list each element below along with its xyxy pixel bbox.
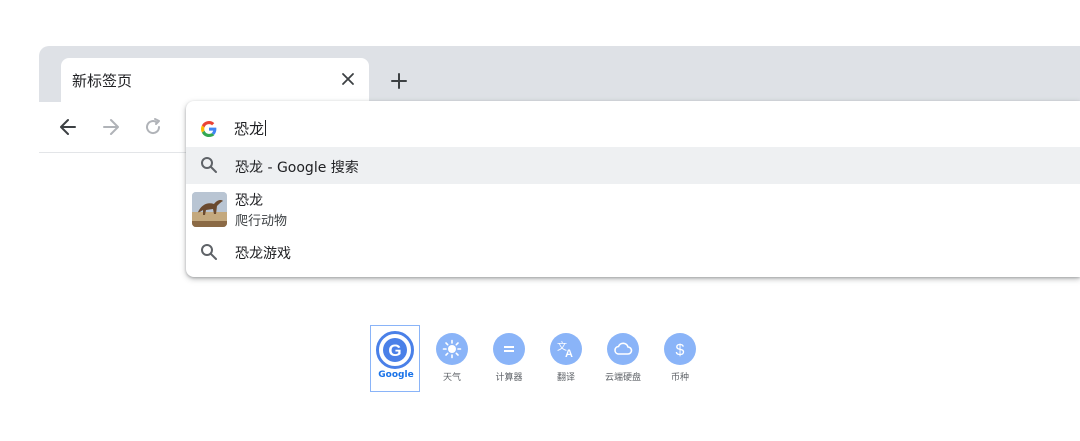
google-icon: G: [376, 331, 414, 369]
shortcut-label: 云端硬盘: [604, 373, 641, 383]
suggestion-text: 恐龙游戏: [235, 246, 291, 262]
tab-title: 新标签页: [72, 72, 133, 90]
back-arrow-icon[interactable]: [54, 113, 82, 141]
shortcut-label: Google: [378, 370, 414, 380]
shortcut-label: 币种: [670, 373, 689, 383]
shortcut-label: 天气: [442, 373, 461, 383]
shortcut-drive[interactable]: 云端硬盘: [598, 325, 648, 391]
omnibox-input[interactable]: 恐龙: [186, 101, 1080, 146]
omnibox-query: 恐龙: [234, 120, 267, 138]
cloud-icon: [607, 333, 639, 365]
google-g-icon: [201, 121, 217, 137]
dinosaur-thumbnail: [192, 192, 227, 227]
suggestion-title: 恐龙: [235, 193, 263, 209]
shortcut-label: 翻译: [556, 373, 575, 383]
search-icon: [200, 243, 218, 261]
suggestion-subtitle: 爬行动物: [235, 214, 288, 229]
svg-text:$: $: [676, 342, 685, 359]
svg-text:G: G: [388, 341, 401, 360]
reload-icon[interactable]: [139, 113, 167, 141]
forward-arrow-icon[interactable]: [97, 113, 125, 141]
svg-text:A: A: [565, 348, 573, 360]
shortcut-label: 计算器: [495, 373, 523, 383]
text-caret: [265, 120, 267, 136]
suggestion-text: 恐龙 - Google 搜索: [235, 160, 359, 176]
new-tab-plus-icon[interactable]: [385, 67, 413, 95]
shortcut-currency[interactable]: $ 币种: [655, 325, 705, 391]
shortcut-google[interactable]: G Google: [370, 325, 420, 392]
omnibox-dropdown: 恐龙 恐龙 - Google 搜索 恐龙 爬行动物 恐龙游戏: [186, 101, 1080, 277]
shortcut-translate[interactable]: 文A 翻译: [541, 325, 591, 391]
close-icon[interactable]: [337, 68, 359, 90]
suggestion-row[interactable]: 恐龙游戏: [186, 234, 1080, 270]
weather-sun-icon: [436, 333, 468, 365]
dollar-icon: $: [664, 333, 696, 365]
suggestion-row[interactable]: 恐龙 - Google 搜索: [186, 147, 1080, 184]
shortcuts-row: G Google 天气 计算器 文A 翻译 云端硬盘 $ 币种: [370, 325, 710, 395]
tab-strip: 新标签页: [39, 46, 1080, 102]
tab-new-tab[interactable]: 新标签页: [61, 58, 369, 102]
suggestion-row-entity[interactable]: 恐龙 爬行动物: [186, 184, 1080, 234]
translate-icon: 文A: [550, 333, 582, 365]
shortcut-weather[interactable]: 天气: [427, 325, 477, 391]
search-icon: [200, 156, 218, 174]
shortcut-calculator[interactable]: 计算器: [484, 325, 534, 391]
calculator-icon: [493, 333, 525, 365]
